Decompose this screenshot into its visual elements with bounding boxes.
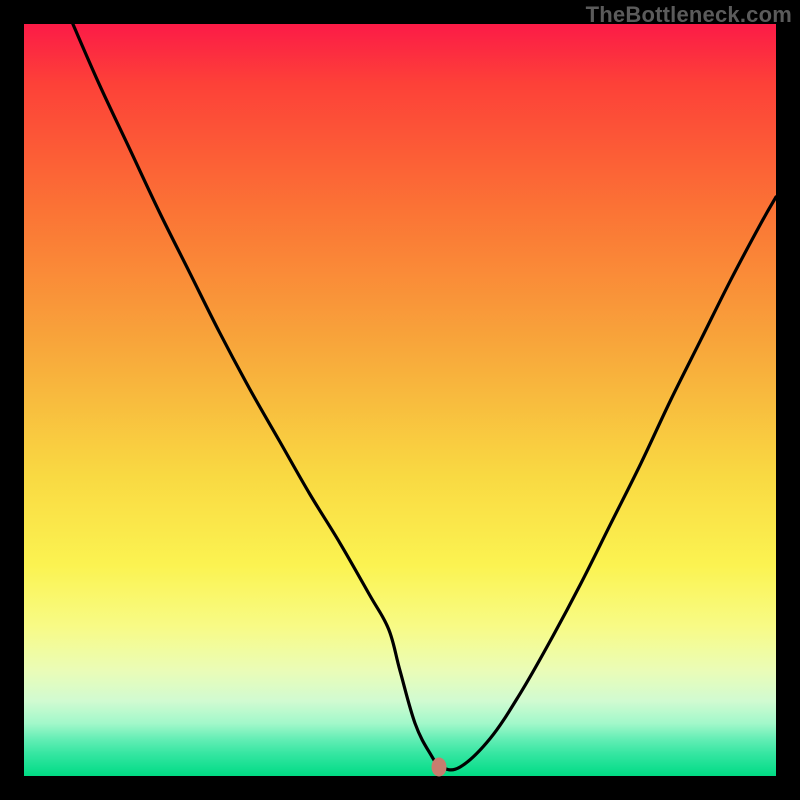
optimum-marker bbox=[432, 757, 447, 776]
bottleneck-curve-path bbox=[73, 24, 776, 770]
curve-svg bbox=[24, 24, 776, 776]
watermark-text: TheBottleneck.com bbox=[586, 2, 792, 28]
plot-area bbox=[24, 24, 776, 776]
chart-container: TheBottleneck.com bbox=[0, 0, 800, 800]
